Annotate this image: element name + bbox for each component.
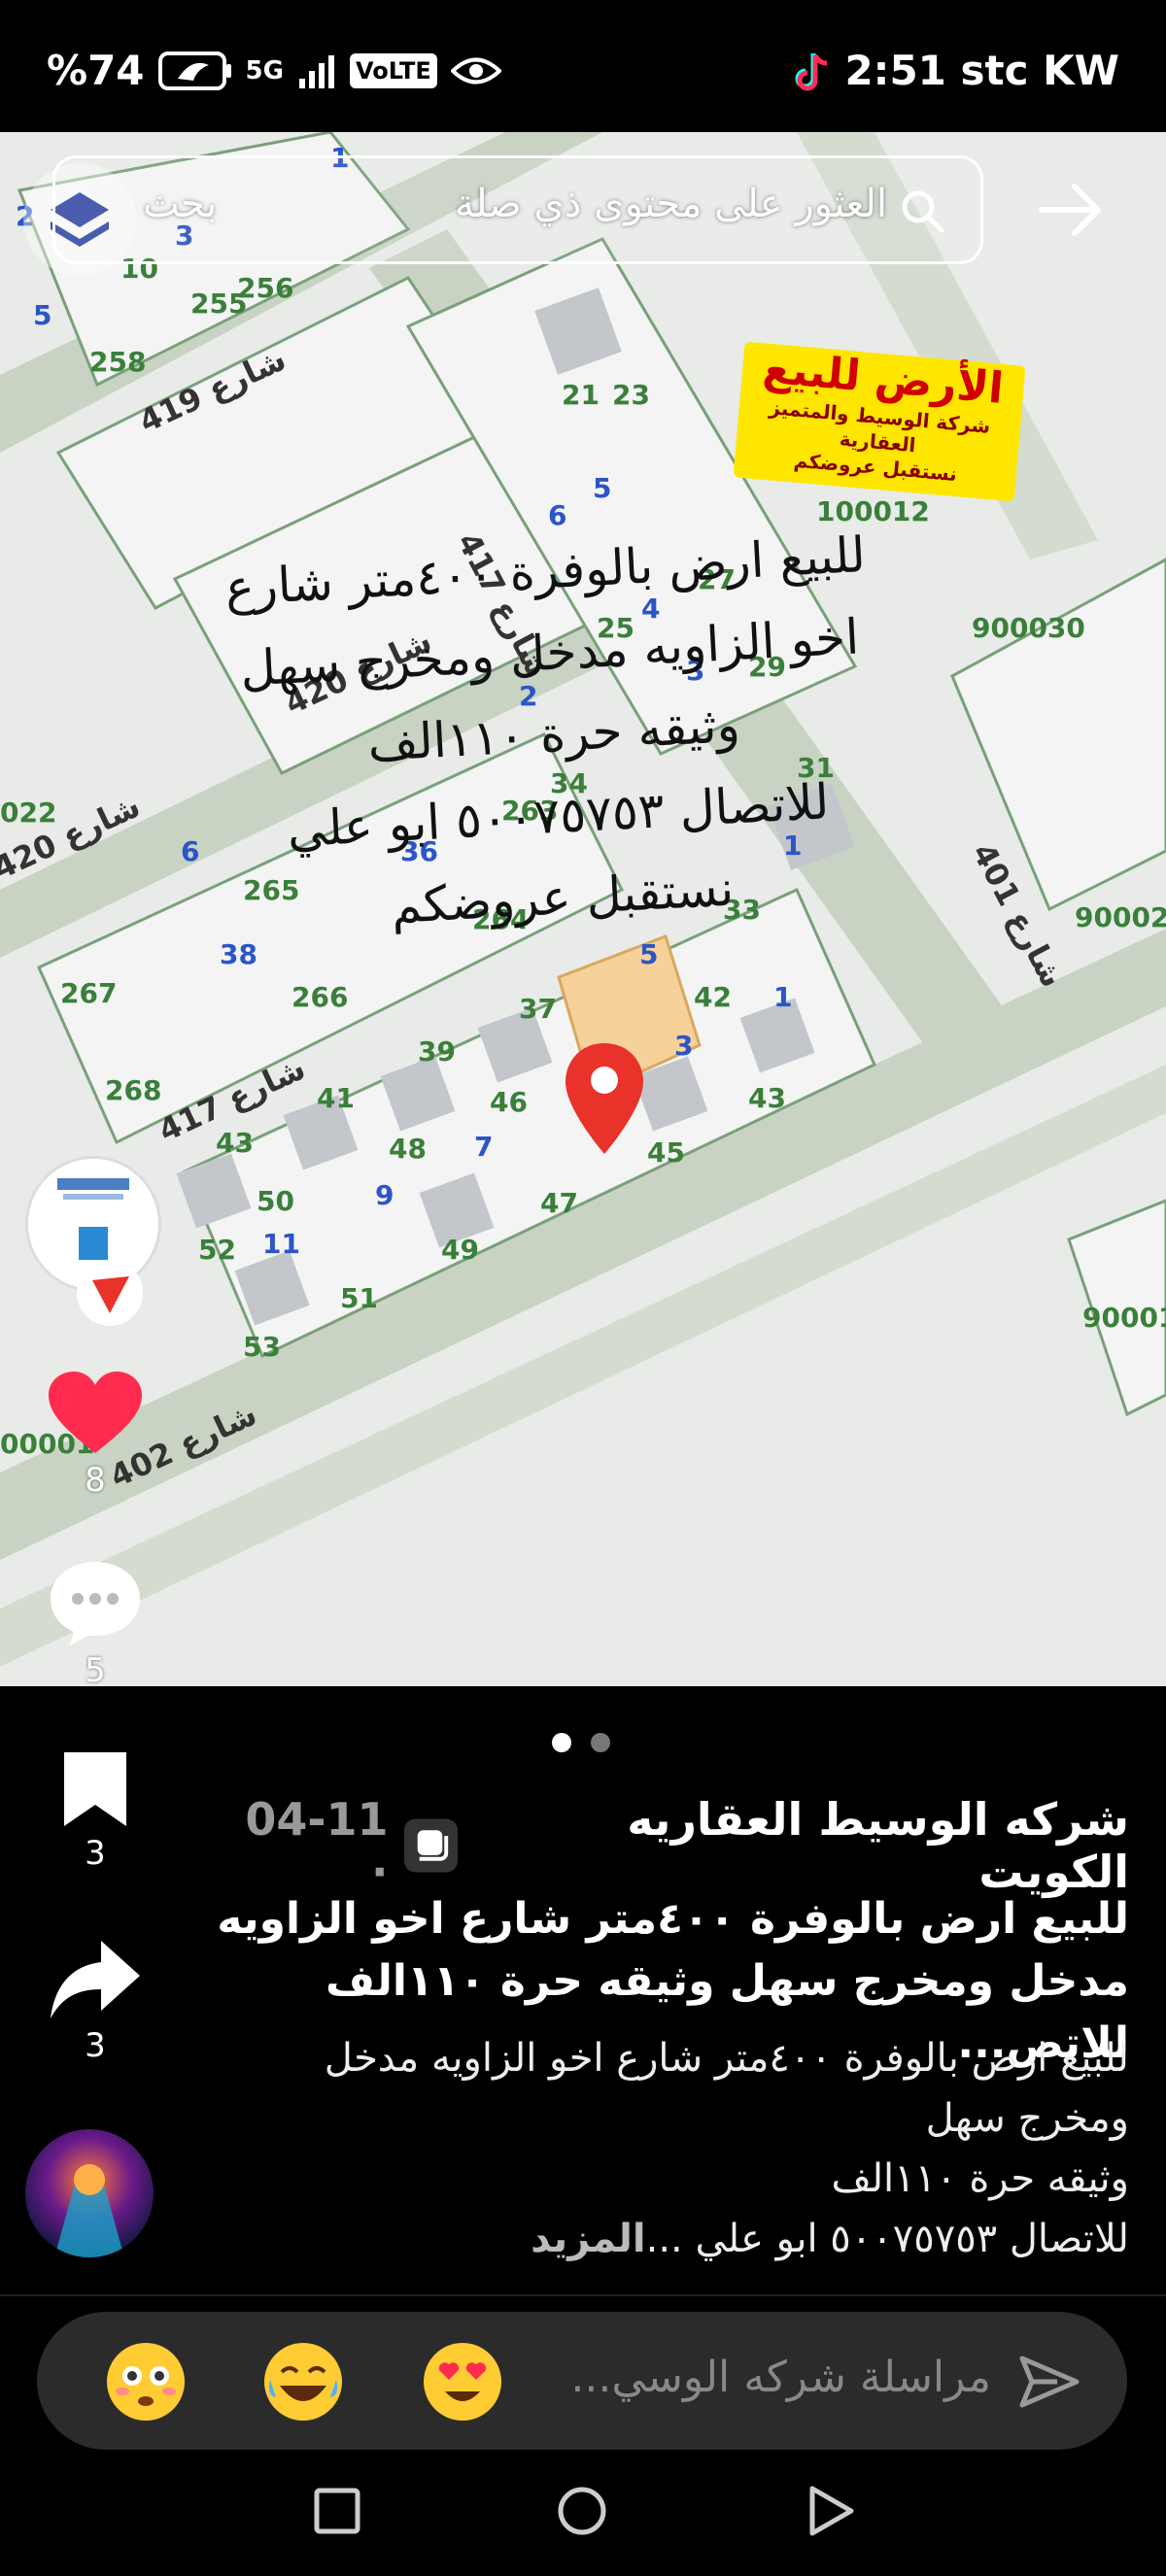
more-link[interactable]: المزيد [531,2217,646,2261]
location-pin-icon [566,1043,643,1154]
heart-eyes-emoji-icon[interactable] [422,2341,503,2423]
svg-text:256: 256 [237,272,293,304]
post-title-line: للبيع ارض بالوفرة ٤٠٠متر شارع اخو الزاوي… [217,1894,1129,1944]
svg-text:52: 52 [198,1234,236,1266]
volte-badge: VoLTE [349,52,437,88]
user-avatar[interactable] [25,2129,154,2257]
pager-dot[interactable] [591,1733,610,1752]
svg-text:21: 21 [562,379,600,411]
status-left: %74 5G VoLTE [47,47,501,94]
share-icon [51,1941,140,2018]
user-avatar-image [25,2129,154,2257]
svg-text:1: 1 [773,981,792,1013]
author-name[interactable]: شركه الوسيط العقاريه الكويت [472,1793,1129,1898]
svg-text:267: 267 [60,977,117,1009]
like-button[interactable]: 8 [27,1370,163,1500]
sale-banner: الأرض للبيع شركة الوسيط والمتميز العقاري… [733,341,1026,502]
follow-button[interactable] [27,1259,163,1331]
description-text: للاتصال ٥٠٠٧٥٧٥٣ ابو علي ... [645,2217,1129,2261]
divider [0,2294,1166,2296]
description-line: ومخرج سهل [925,2096,1129,2141]
svg-text:3: 3 [674,1030,693,1062]
eye-icon [450,57,501,84]
svg-text:5: 5 [639,938,658,970]
post-image[interactable]: 255256 258265 264267 266268 3342 4443 45… [0,132,1166,1686]
svg-text:37: 37 [519,993,557,1025]
pager-dot-active[interactable] [552,1733,571,1752]
search-bar[interactable]: بحث العثور على محتوى ذي صلة [52,155,983,264]
svg-text:43: 43 [748,1082,786,1114]
network-type: 5G [245,55,284,85]
description-line: للاتصال ٥٠٠٧٥٧٥٣ ابو علي ...المزيد [216,2209,1129,2269]
svg-text:900030: 900030 [972,612,1085,644]
svg-text:5: 5 [33,299,51,331]
laughing-tears-emoji-icon[interactable] [262,2341,344,2423]
battery-icon [157,51,231,90]
svg-text:50: 50 [257,1185,294,1217]
svg-text:46: 46 [490,1086,528,1118]
save-count: 3 [85,1834,106,1873]
status-right: 2:51 stc KW [792,47,1119,94]
forward-arrow-icon[interactable] [1032,171,1110,249]
time-carrier: 2:51 stc KW [844,47,1119,94]
image-pager [552,1733,610,1752]
post-date: 04-11 · [245,1793,389,1898]
search-icon [902,190,944,233]
back-icon[interactable] [806,2485,855,2537]
post-description[interactable]: للبيع ارض بالوفرة ٤٠٠متر شارع اخو الزاوي… [216,2028,1129,2269]
description-line: وثيقه حرة ١١٠الف [831,2156,1129,2201]
svg-text:6: 6 [181,835,199,867]
svg-text:900020: 900020 [1075,901,1166,933]
svg-text:23: 23 [612,379,650,411]
flushed-emoji-icon[interactable] [105,2341,187,2423]
bookmark-icon [64,1752,126,1826]
map-overlay-text: للبيع ارض بالوفرة ٤٠٠متر شارع اخو الزاوي… [194,512,914,956]
comment-icon [51,1562,140,1645]
svg-text:45: 45 [647,1136,685,1169]
author-line[interactable]: شركه الوسيط العقاريه الكويت 04-11 · [216,1793,1129,1898]
svg-text:41: 41 [317,1082,355,1114]
svg-text:47: 47 [540,1187,578,1219]
description-line: للبيع ارض بالوفرة ٤٠٠متر شارع اخو الزاوي… [324,2036,1129,2081]
message-input[interactable]: مراسلة شركه الوسي... [570,2353,991,2402]
system-nav-bar [0,2457,1166,2576]
tiktok-icon [795,52,828,90]
svg-text:49: 49 [441,1234,479,1266]
svg-text:266: 266 [292,981,348,1013]
follow-icon [77,1260,143,1326]
comment-count: 5 [85,1651,106,1690]
status-bar: %74 5G VoLTE 2:51 stc KW [0,0,1166,132]
svg-text:39: 39 [418,1035,456,1068]
svg-text:53: 53 [243,1331,281,1363]
signal-icon [298,54,334,88]
svg-text:5: 5 [593,472,611,504]
home-icon[interactable] [556,2485,608,2537]
search-button-label[interactable]: بحث [143,182,217,226]
svg-text:258: 258 [89,346,146,378]
svg-text:43: 43 [216,1127,254,1159]
share-count: 3 [85,2026,106,2065]
svg-text:268: 268 [105,1074,161,1106]
svg-text:6: 6 [548,499,566,531]
like-count: 8 [85,1461,106,1500]
send-icon[interactable] [1018,2351,1080,2413]
svg-text:022: 022 [0,797,56,829]
svg-text:7: 7 [474,1131,493,1163]
heart-icon [49,1372,142,1453]
message-bar[interactable]: مراسلة شركه الوسي... [37,2312,1127,2450]
svg-text:11: 11 [262,1228,300,1260]
svg-text:51: 51 [340,1282,378,1314]
recents-icon[interactable] [313,2487,361,2535]
save-button[interactable]: 3 [27,1748,163,1873]
svg-text:900010: 900010 [1082,1302,1166,1334]
svg-text:42: 42 [694,981,732,1013]
svg-text:9: 9 [375,1179,394,1211]
battery-percent: %74 [47,47,145,94]
svg-text:48: 48 [389,1133,427,1165]
search-input[interactable]: العثور على محتوى ذي صلة [455,182,887,226]
comment-button[interactable]: 5 [27,1558,163,1690]
share-button[interactable]: 3 [27,1937,163,2065]
repost-icon [403,1818,458,1873]
